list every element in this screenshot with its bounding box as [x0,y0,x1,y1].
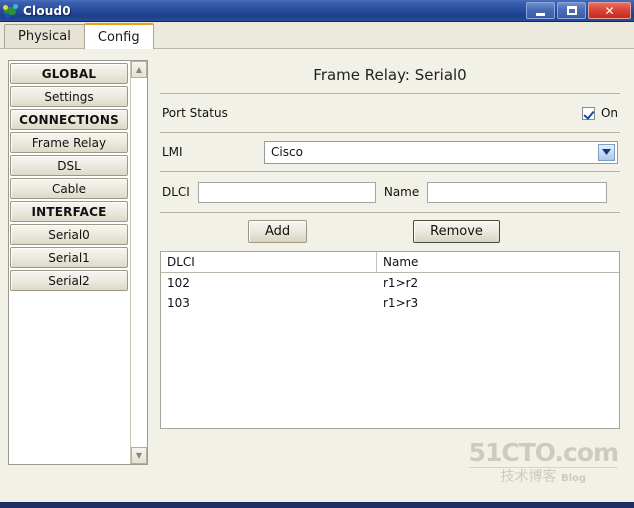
close-icon: ✕ [604,3,615,18]
tab-physical-label: Physical [18,29,71,44]
sidebar-item-label: Settings [44,89,94,104]
sidebar-item-frame-relay[interactable]: Frame Relay [10,132,128,153]
sidebar-item-serial2[interactable]: Serial2 [10,270,128,291]
add-button[interactable]: Add [248,219,308,243]
remove-button[interactable]: Remove [413,219,500,243]
port-status-row: Port Status On [160,94,620,132]
tab-bar: Physical Config [0,22,634,49]
action-button-row: Add Remove [160,213,620,249]
sidebar: GLOBAL Settings CONNECTIONS Frame Relay … [8,60,148,465]
sidebar-item-label: Serial1 [48,250,90,265]
minimize-icon [536,12,545,16]
sidebar-item-dsl[interactable]: DSL [10,155,128,176]
cloud-network-icon [3,3,19,19]
cell-dlci: 103 [167,296,190,310]
window-body: GLOBAL Settings CONNECTIONS Frame Relay … [0,50,634,496]
lmi-label: LMI [162,145,183,159]
sidebar-item-label: Serial2 [48,273,90,288]
chevron-down-icon[interactable] [598,143,615,161]
dlci-table[interactable]: DLCI Name 102 r1>r2 103 r1>r3 [160,251,620,429]
sidebar-item-label: DSL [57,158,81,173]
config-panel: Frame Relay: Serial0 Port Status On LMI … [160,60,620,496]
maximize-icon [566,6,577,15]
entry-row: DLCI Name [160,172,620,212]
scroll-down-icon[interactable]: ▼ [131,447,147,464]
table-row[interactable]: 102 r1>r2 [161,273,619,293]
name-input-label: Name [383,185,420,199]
port-status-checkbox[interactable] [581,106,595,120]
window-title: Cloud0 [23,3,71,18]
sidebar-item-serial1[interactable]: Serial1 [10,247,128,268]
sidebar-item-connections[interactable]: CONNECTIONS [10,109,128,130]
column-header-dlci[interactable]: DLCI [161,252,377,272]
close-button[interactable]: ✕ [588,2,631,19]
sidebar-scrollbar[interactable]: ▲ ▼ [130,61,147,464]
port-status-checkbox-label: On [600,106,618,120]
sidebar-item-label: Frame Relay [31,135,107,150]
table-header-row: DLCI Name [161,252,619,273]
lmi-select[interactable]: Cisco [264,140,618,164]
cell-dlci: 102 [167,276,190,290]
name-input[interactable] [427,181,608,203]
tab-physical[interactable]: Physical [4,24,85,48]
dlci-input[interactable] [197,181,376,203]
sidebar-item-interface[interactable]: INTERFACE [10,201,128,222]
cell-name: r1>r3 [383,296,419,310]
sidebar-item-label: Cable [51,181,87,196]
watermark-line3: Blog [560,473,587,484]
scroll-up-icon[interactable]: ▲ [131,61,147,78]
dlci-input-label: DLCI [162,185,190,199]
lmi-selected-value: Cisco [271,145,303,159]
add-button-label: Add [265,223,291,239]
cell-name: r1>r2 [383,276,419,290]
sidebar-item-serial0[interactable]: Serial0 [10,224,128,245]
port-status-label: Port Status [162,106,228,120]
tab-config[interactable]: Config [83,23,154,49]
watermark: 51CTO.com 技术博客 Blog [468,438,619,485]
watermark-line2-text: 技术博客 [500,469,557,485]
column-header-name[interactable]: Name [377,252,619,272]
sidebar-item-cable[interactable]: Cable [10,178,128,199]
sidebar-item-global[interactable]: GLOBAL [10,63,128,84]
page-title: Frame Relay: Serial0 [313,66,467,84]
sidebar-item-label: CONNECTIONS [19,112,119,127]
port-status-toggle[interactable]: On [581,106,618,120]
table-row[interactable]: 103 r1>r3 [161,293,619,313]
watermark-line2: 技术博客 Blog [468,467,618,485]
watermark-line1: 51CTO.com [468,438,619,467]
minimize-button[interactable] [526,2,555,19]
sidebar-item-label: GLOBAL [41,66,97,81]
maximize-button[interactable] [557,2,586,19]
sidebar-item-list: GLOBAL Settings CONNECTIONS Frame Relay … [9,61,129,464]
sidebar-item-settings[interactable]: Settings [10,86,128,107]
window-controls: ✕ [526,2,631,19]
sidebar-item-label: Serial0 [48,227,90,242]
window-titlebar: Cloud0 ✕ [0,0,634,22]
lmi-row: LMI Cisco [160,133,620,171]
sidebar-item-label: INTERFACE [31,204,107,219]
remove-button-label: Remove [430,223,483,239]
tab-config-label: Config [97,29,140,45]
